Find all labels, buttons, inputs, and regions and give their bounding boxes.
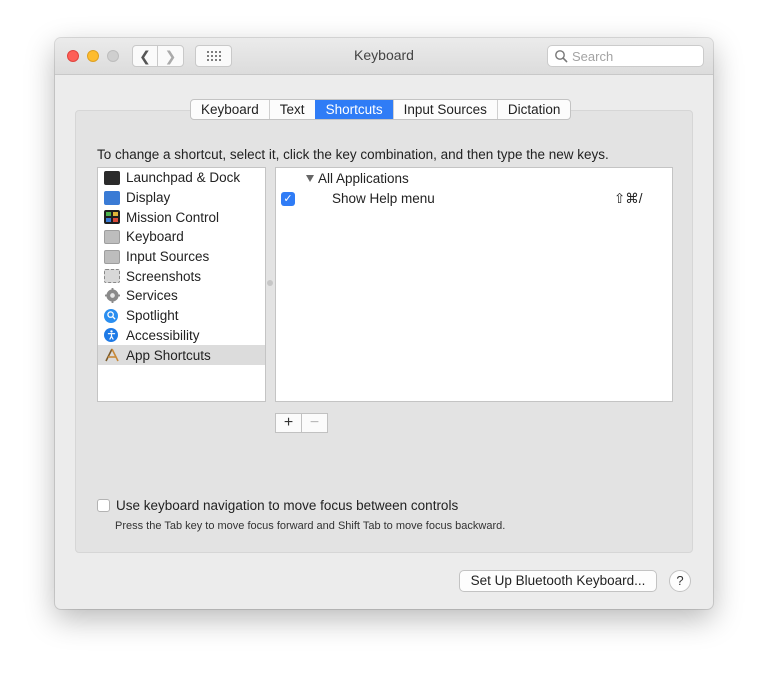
spotlight-icon xyxy=(104,308,118,323)
search-icon xyxy=(555,50,568,63)
add-shortcut-button[interactable]: + xyxy=(276,414,301,432)
screenshots-icon xyxy=(104,269,120,284)
remove-shortcut-button[interactable]: − xyxy=(301,414,327,432)
search-input[interactable] xyxy=(572,48,692,64)
split-view-divider[interactable] xyxy=(267,280,273,286)
mission-control-icon xyxy=(104,210,120,225)
title-bar: ❮ ❯ Keyboard xyxy=(55,38,713,75)
shortcut-keys[interactable]: ⇧⌘/ xyxy=(614,191,643,207)
keyboard-navigation-hint: Press the Tab key to move focus forward … xyxy=(115,520,506,532)
category-label: Accessibility xyxy=(126,327,200,343)
keyboard-icon xyxy=(104,229,120,244)
category-label: Launchpad & Dock xyxy=(126,170,241,186)
tab-input-sources[interactable]: Input Sources xyxy=(392,100,497,119)
category-keyboard[interactable]: Keyboard xyxy=(98,227,265,247)
tab-keyboard[interactable]: Keyboard xyxy=(191,100,269,119)
app-shortcuts-icon xyxy=(104,348,120,362)
instructions-text: To change a shortcut, select it, click t… xyxy=(97,147,609,162)
keyboard-navigation-option[interactable]: Use keyboard navigation to move focus be… xyxy=(97,498,458,513)
category-label: Screenshots xyxy=(126,268,202,284)
disclosure-triangle-icon[interactable] xyxy=(306,175,314,182)
accessibility-icon xyxy=(104,328,118,343)
shortcut-group-label: All Applications xyxy=(318,171,409,186)
category-services[interactable]: Services xyxy=(98,286,265,306)
input-sources-icon xyxy=(104,249,120,264)
tab-text[interactable]: Text xyxy=(268,100,315,119)
shortcut-group-row[interactable]: All Applications xyxy=(306,171,409,186)
help-button[interactable]: ? xyxy=(669,570,691,592)
add-remove-control: + − xyxy=(275,413,328,433)
category-spotlight[interactable]: Spotlight xyxy=(98,306,265,326)
category-accessibility[interactable]: Accessibility xyxy=(98,326,265,346)
category-app-shortcuts[interactable]: App Shortcuts xyxy=(98,345,265,365)
category-label: Display xyxy=(126,190,171,206)
category-launchpad-dock[interactable]: Launchpad & Dock xyxy=(98,168,265,188)
category-screenshots[interactable]: Screenshots xyxy=(98,266,265,286)
tab-dictation[interactable]: Dictation xyxy=(496,100,571,119)
category-label: App Shortcuts xyxy=(126,347,211,363)
category-label: Services xyxy=(126,288,178,304)
tab-shortcuts[interactable]: Shortcuts xyxy=(314,100,393,119)
keyboard-navigation-label: Use keyboard navigation to move focus be… xyxy=(116,498,459,513)
category-label: Keyboard xyxy=(126,229,184,245)
category-mission-control[interactable]: Mission Control xyxy=(98,207,265,227)
category-label: Spotlight xyxy=(126,308,179,324)
launchpad-dock-icon xyxy=(104,170,120,185)
shortcut-enabled-checkbox[interactable]: ✓ xyxy=(281,192,295,206)
tab-bar: Keyboard Text Shortcuts Input Sources Di… xyxy=(190,99,572,120)
category-input-sources[interactable]: Input Sources xyxy=(98,247,265,267)
category-label: Input Sources xyxy=(126,249,210,265)
shortcut-category-list[interactable]: Launchpad & Dock Display Mission Control… xyxy=(97,167,266,402)
preferences-window: ❮ ❯ Keyboard Keyboard Text Shortcuts Inp… xyxy=(55,38,713,609)
display-icon xyxy=(104,190,120,205)
setup-bluetooth-keyboard-button[interactable]: Set Up Bluetooth Keyboard... xyxy=(459,570,657,592)
category-display[interactable]: Display xyxy=(98,188,265,208)
shortcut-row[interactable]: ✓ Show Help menu ⇧⌘/ xyxy=(276,190,672,210)
search-field[interactable] xyxy=(547,45,704,67)
services-gear-icon xyxy=(104,288,120,304)
category-label: Mission Control xyxy=(126,209,220,225)
shortcut-list[interactable]: All Applications ✓ Show Help menu ⇧⌘/ xyxy=(275,167,673,402)
keyboard-navigation-checkbox[interactable] xyxy=(97,499,110,512)
shortcut-label: Show Help menu xyxy=(332,191,435,206)
